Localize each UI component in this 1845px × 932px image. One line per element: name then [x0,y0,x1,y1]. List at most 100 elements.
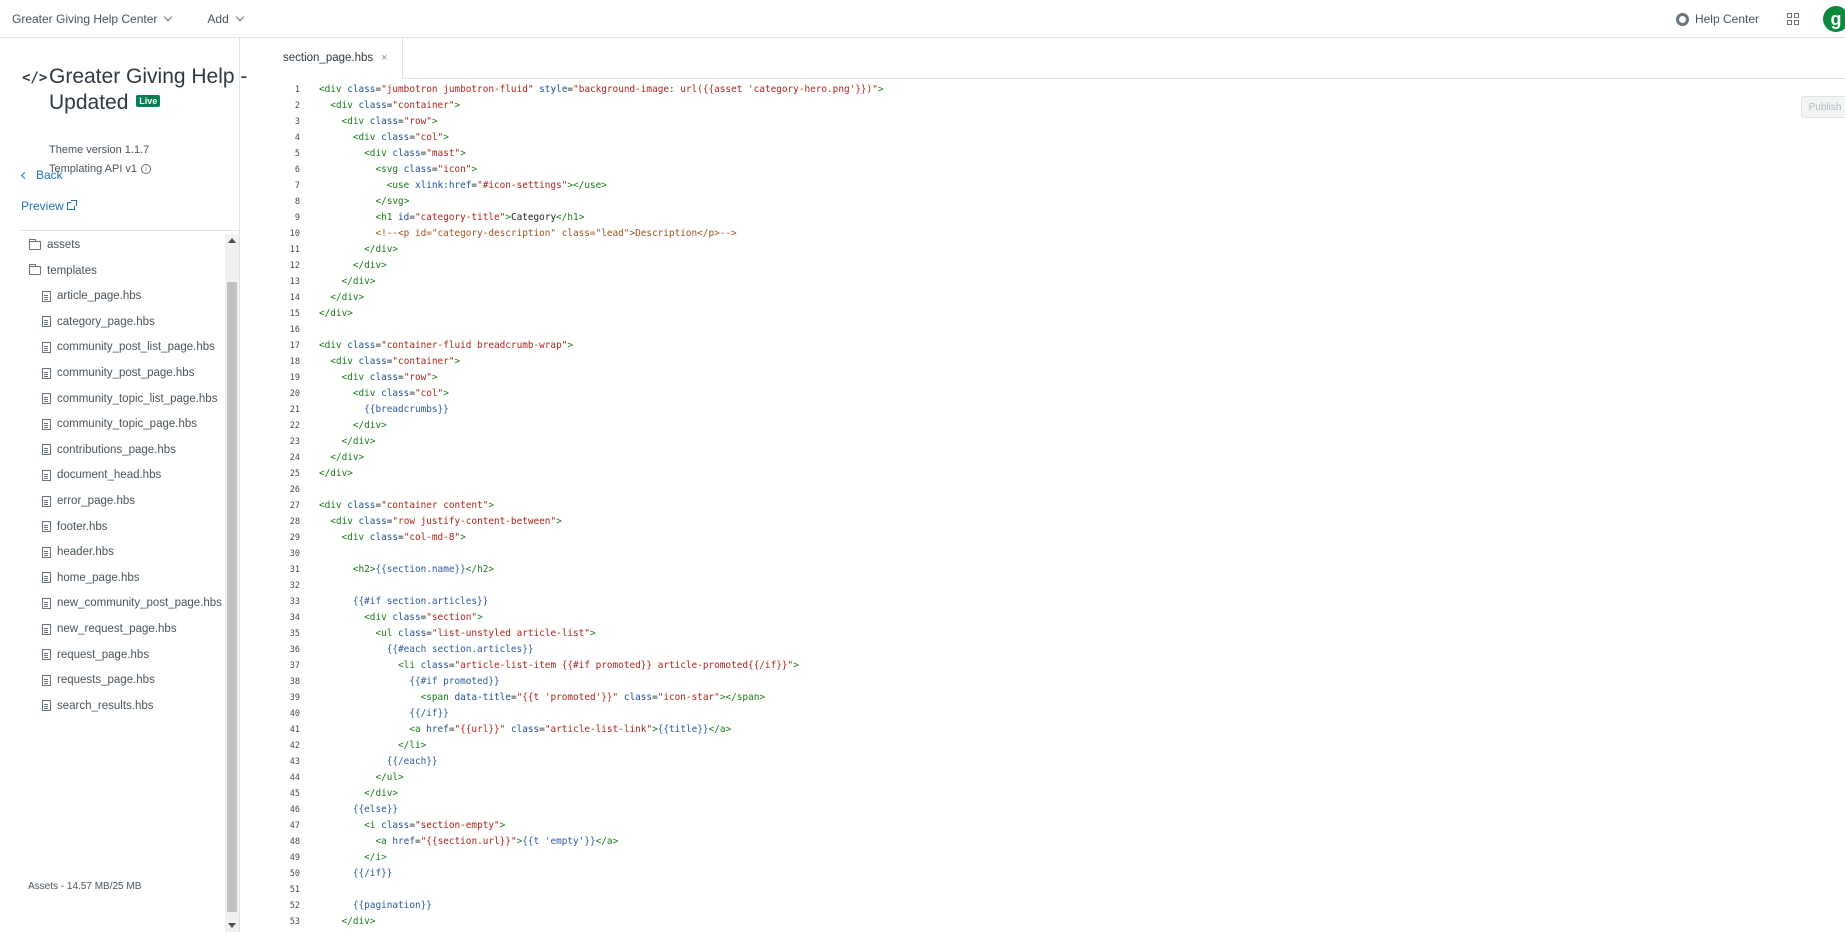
tree-file[interactable]: document_head.hbs [42,464,161,486]
tree-folder[interactable]: assets [29,234,80,256]
tree-file[interactable]: community_post_page.hbs [42,362,194,384]
file-icon [42,623,51,635]
line-number: 38 [289,677,300,687]
back-link[interactable]: Back [20,168,63,182]
tree-file[interactable]: community_topic_list_page.hbs [42,388,217,410]
line-number: 49 [289,853,300,863]
file-tree-scrollbar[interactable] [225,234,239,932]
tree-file[interactable]: category_page.hbs [42,311,155,333]
code-text: </div> [341,276,376,287]
line-number: 12 [289,261,300,271]
line-number: 50 [289,869,300,879]
tree-item-label: requests_page.hbs [57,674,155,687]
tree-item-label: header.hbs [57,546,114,559]
help-center-link[interactable]: Help Center [1675,12,1759,26]
publish-button[interactable]: Publish [1801,96,1845,118]
code-text: </div> [364,244,399,255]
folder-icon [29,238,41,250]
code-text: <div class="col-md-8"> [341,532,466,543]
info-icon[interactable]: i [141,164,152,174]
code-text: <a href="{{section.url}}">{{t 'empty'}}<… [375,836,619,847]
folder-icon [29,264,41,276]
line-number: 47 [289,821,300,831]
file-icon [42,393,51,405]
line-number: 6 [294,165,300,175]
line-number: 18 [289,357,300,367]
line-number: 20 [289,389,300,399]
tree-file[interactable]: request_page.hbs [42,644,149,666]
scroll-thumb[interactable] [227,282,237,912]
file-icon [42,495,51,507]
tree-folder[interactable]: templates [29,260,97,282]
tab-section-page[interactable]: section_page.hbs × [267,38,403,79]
code-text: </svg> [375,196,410,207]
code-text: <div class="section"> [364,612,483,623]
lifebuoy-icon [1675,12,1689,26]
line-number: 16 [289,325,300,335]
file-icon [42,316,51,328]
code-text: </div> [330,292,365,303]
preview-link[interactable]: Preview [21,199,77,213]
tree-file[interactable]: community_topic_page.hbs [42,413,197,435]
line-number: 15 [289,309,300,319]
avatar[interactable]: g [1823,6,1845,32]
apps-grid-icon[interactable] [1787,13,1799,25]
code-text: {{breadcrumbs}} [364,404,449,415]
code-text: </div> [352,260,387,271]
line-number: 37 [289,661,300,671]
code-editor[interactable]: 1 <div class="jumbotron jumbotron-fluid" … [267,82,1797,931]
scroll-up-arrow-icon[interactable] [228,238,236,243]
code-text: </div> [319,308,353,319]
tree-item-label: community_topic_list_page.hbs [57,392,218,405]
external-link-icon [66,200,77,210]
file-icon [42,700,51,712]
line-number: 34 [289,613,300,623]
code-text: <use xlink:href="#icon-settings"></use> [386,180,607,191]
tree-file[interactable]: community_post_list_page.hbs [42,336,215,358]
divider [20,230,239,231]
line-number: 41 [289,725,300,735]
tree-item-label: assets [47,239,81,251]
file-tree: assets templates article_page.hbs category_… [20,234,225,716]
code-text: <div class="row"> [341,372,438,383]
line-number: 21 [289,405,300,415]
tree-file[interactable]: contributions_page.hbs [42,439,176,461]
tree-file[interactable]: article_page.hbs [42,285,141,307]
line-number: 32 [289,581,300,591]
add-label: Add [207,11,229,26]
line-number: 42 [289,741,300,751]
tree-file[interactable]: footer.hbs [42,516,108,538]
code-text: <li class="article-list-item {{#if promo… [398,660,799,671]
close-icon[interactable]: × [381,52,387,64]
scroll-down-arrow-icon[interactable] [228,923,236,928]
tree-item-label: community_topic_page.hbs [57,418,197,431]
line-number: 11 [289,245,300,255]
tree-file[interactable]: error_page.hbs [42,490,135,512]
tree-file[interactable]: home_page.hbs [42,567,139,589]
line-number: 30 [289,549,300,559]
code-text: <div class="container"> [330,356,461,367]
line-number: 40 [289,709,300,719]
code-text: {{#if section.articles}} [352,596,489,607]
file-icon [42,444,51,456]
tree-file[interactable]: search_results.hbs [42,695,154,716]
tree-file[interactable]: requests_page.hbs [42,669,155,691]
file-icon [42,597,51,609]
file-icon [42,367,51,379]
code-text: <ul class="list-unstyled article-list"> [375,628,596,639]
tree-item-label: new_request_page.hbs [57,623,177,635]
line-number: 44 [289,773,300,783]
tree-file[interactable]: new_request_page.hbs [42,618,177,640]
add-dropdown[interactable]: Add [207,11,245,26]
top-bar: Greater Giving Help Center Add Help Cent… [0,0,1845,38]
tree-file[interactable]: new_community_post_page.hbs [42,592,222,614]
file-icon [42,674,51,686]
brand-dropdown[interactable]: Greater Giving Help Center [12,12,173,26]
code-text: <div class="row"> [341,116,438,127]
file-icon [42,290,51,302]
line-number: 25 [289,469,300,479]
chevron-down-icon [235,12,245,21]
tree-file[interactable]: header.hbs [42,541,114,563]
line-number: 46 [289,805,300,815]
code-text: {{#if promoted}} [409,676,500,687]
